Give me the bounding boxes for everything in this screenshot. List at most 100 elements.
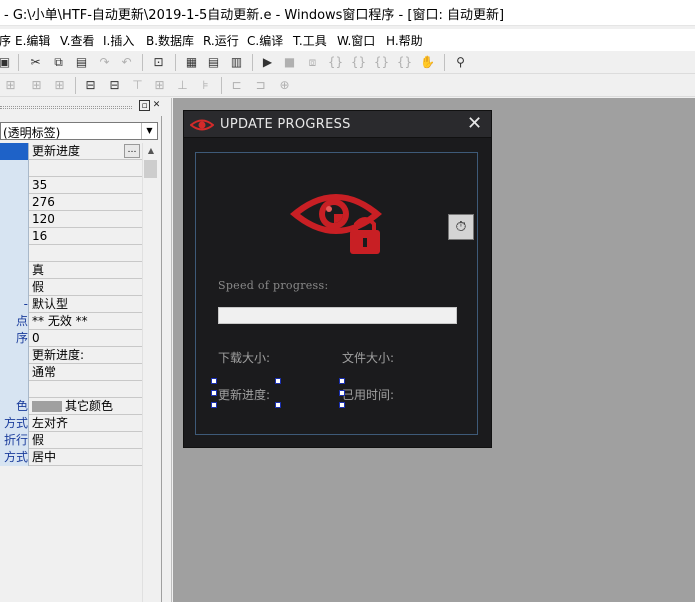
align-middle-v-icon[interactable]: ⊞ xyxy=(151,77,168,94)
property-row[interactable]: 更新进度: xyxy=(0,347,142,364)
menu-insert[interactable]: I.插入 xyxy=(103,32,134,49)
selection-handle[interactable] xyxy=(339,402,345,408)
update-form[interactable]: UPDATE PROGRESS ✕ ⏱ Speed of progress: 下… xyxy=(183,110,492,448)
cut-icon[interactable]: ✂ xyxy=(27,54,44,71)
property-value[interactable]: 通常 xyxy=(32,364,56,381)
menu-help[interactable]: H.帮助 xyxy=(386,32,423,49)
property-row[interactable]: 点 ** 无效 ** xyxy=(0,313,142,330)
selection-handle[interactable] xyxy=(339,378,345,384)
selection-handle[interactable] xyxy=(275,378,281,384)
run-icon[interactable]: ▶ xyxy=(259,54,276,71)
menu-database[interactable]: B.数据库 xyxy=(146,32,194,49)
ellipsis-button[interactable]: … xyxy=(124,144,140,158)
pin-icon[interactable]: ▫ xyxy=(139,100,150,111)
step-over-icon[interactable]: {} xyxy=(350,54,367,71)
hand-icon[interactable]: ✋ xyxy=(419,54,436,71)
align-right-icon[interactable]: ⊞ xyxy=(51,77,68,94)
property-row[interactable]: 方式 居中 xyxy=(0,449,142,466)
paste-icon[interactable]: ▤ xyxy=(73,54,90,71)
close-icon[interactable]: ✕ xyxy=(467,114,482,134)
align-bottom-icon[interactable]: ⊥ xyxy=(174,77,191,94)
close-icon[interactable]: ✕ xyxy=(151,100,162,111)
redo-icon[interactable]: ↷ xyxy=(96,54,113,71)
step-icon[interactable]: ⧈ xyxy=(304,54,321,71)
property-value[interactable]: 其它颜色 xyxy=(32,398,113,415)
find-icon[interactable]: ⚲ xyxy=(452,54,469,71)
menu-tools[interactable]: T.工具 xyxy=(293,32,327,49)
property-row[interactable]: 35 xyxy=(0,177,142,194)
property-value[interactable]: 更新进度 xyxy=(32,143,80,160)
timer-icon[interactable]: ⏱ xyxy=(448,214,474,240)
align-center-h-icon[interactable]: ⊞ xyxy=(28,77,45,94)
space-h-icon[interactable]: ⊧ xyxy=(197,77,214,94)
property-value[interactable]: 120 xyxy=(32,211,55,228)
property-value[interactable]: 0 xyxy=(32,330,40,347)
step-into-icon[interactable]: {} xyxy=(327,54,344,71)
same-height-icon[interactable]: ⊟ xyxy=(106,77,123,94)
update-progress-label[interactable]: 更新进度: xyxy=(218,386,270,403)
menu-edit[interactable]: E.编辑 xyxy=(15,32,50,49)
property-row[interactable]: 276 xyxy=(0,194,142,211)
property-row[interactable] xyxy=(0,160,142,177)
copy-icon[interactable]: ⧉ xyxy=(50,54,67,71)
layout-c-icon[interactable]: ▥ xyxy=(228,54,245,71)
property-value[interactable]: 276 xyxy=(32,194,55,211)
same-width-icon[interactable]: ⊟ xyxy=(82,77,99,94)
property-row[interactable]: 真 xyxy=(0,262,142,279)
form-title: UPDATE PROGRESS xyxy=(220,117,351,132)
property-row[interactable]: 方式 左对齐 xyxy=(0,415,142,432)
property-row[interactable]: - 默认型 xyxy=(0,296,142,313)
menu-compile[interactable]: C.编译 xyxy=(247,32,283,49)
undo-icon[interactable]: ↶ xyxy=(118,54,135,71)
chevron-down-icon[interactable]: ▼ xyxy=(141,123,157,139)
selection-handle[interactable] xyxy=(339,390,345,396)
property-value[interactable]: 假 xyxy=(32,432,44,449)
property-row[interactable]: 色 其它颜色 xyxy=(0,398,142,415)
selection-handle[interactable] xyxy=(211,402,217,408)
component-select[interactable]: (透明标签) ▼ xyxy=(0,122,158,140)
align-top-icon[interactable]: ⊤ xyxy=(129,77,146,94)
property-value[interactable]: 居中 xyxy=(32,449,56,466)
property-value[interactable]: 16 xyxy=(32,228,47,245)
property-row[interactable]: 假 xyxy=(0,279,142,296)
property-key: 折行 xyxy=(0,432,29,449)
selection-handle[interactable] xyxy=(211,378,217,384)
save-icon[interactable]: ▣ xyxy=(0,54,13,71)
scroll-up-icon[interactable]: ▲ xyxy=(143,143,159,159)
property-row[interactable] xyxy=(0,245,142,262)
property-row[interactable]: 折行 假 xyxy=(0,432,142,449)
selection-handle[interactable] xyxy=(275,402,281,408)
layout-b-icon[interactable]: ▤ xyxy=(205,54,222,71)
stop-icon[interactable]: ■ xyxy=(281,54,298,71)
property-row[interactable]: 更新进度 … xyxy=(0,143,142,160)
property-row[interactable]: 120 xyxy=(0,211,142,228)
panel-splitter[interactable] xyxy=(163,98,172,602)
menu-view[interactable]: V.查看 xyxy=(60,32,94,49)
menu-program[interactable]: 序 xyxy=(0,32,11,49)
property-scrollbar[interactable]: ▲ xyxy=(142,143,158,602)
property-value[interactable]: 35 xyxy=(32,177,47,194)
property-value[interactable]: 真 xyxy=(32,262,44,279)
property-value[interactable]: 默认型 xyxy=(32,296,68,313)
center-h-icon[interactable]: ⊐ xyxy=(252,77,269,94)
property-value[interactable]: 左对齐 xyxy=(32,415,68,432)
menu-window[interactable]: W.窗口 xyxy=(337,32,375,49)
preview-icon[interactable]: ⊡ xyxy=(150,54,167,71)
property-row[interactable]: 16 xyxy=(0,228,142,245)
property-value[interactable]: ** 无效 ** xyxy=(32,313,88,330)
center-icon[interactable]: ⊕ xyxy=(276,77,293,94)
property-value[interactable]: 更新进度: xyxy=(32,347,84,364)
property-row[interactable]: 序 0 xyxy=(0,330,142,347)
layout-a-icon[interactable]: ▦ xyxy=(183,54,200,71)
scrollbar-thumb[interactable] xyxy=(144,160,157,178)
eye-lock-logo xyxy=(290,194,382,254)
step-out-icon[interactable]: {} xyxy=(373,54,390,71)
step-back-icon[interactable]: {} xyxy=(396,54,413,71)
property-row[interactable] xyxy=(0,381,142,398)
menu-run[interactable]: R.运行 xyxy=(203,32,239,49)
align-left-icon[interactable]: ⊞ xyxy=(2,77,19,94)
property-value[interactable]: 假 xyxy=(32,279,44,296)
space-v-icon[interactable]: ⊏ xyxy=(228,77,245,94)
property-row[interactable]: 通常 xyxy=(0,364,142,381)
selection-handle[interactable] xyxy=(211,390,217,396)
